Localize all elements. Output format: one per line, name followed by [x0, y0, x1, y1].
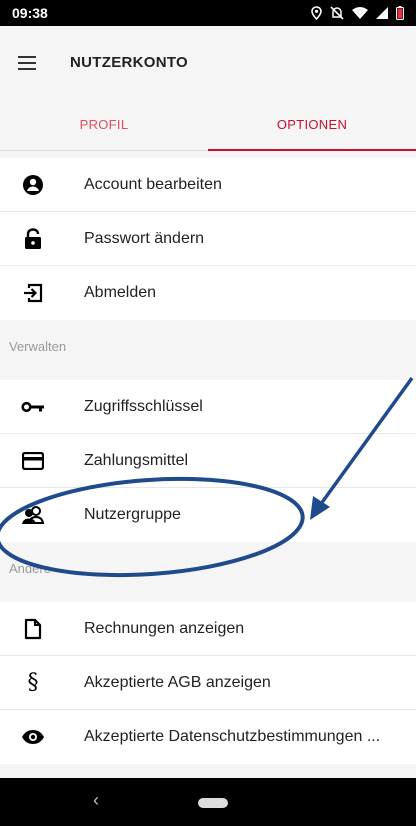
back-icon[interactable]: ‹	[93, 790, 99, 811]
list-item-label: Zahlungsmittel	[84, 451, 189, 469]
list-item-abmelden[interactable]: Abmelden	[0, 266, 416, 320]
list-item-passwort-aendern[interactable]: Passwort ändern	[0, 212, 416, 266]
list-item-account-bearbeiten[interactable]: Account bearbeiten	[0, 158, 416, 212]
list-item-nutzergruppe[interactable]: Nutzergruppe	[0, 488, 416, 542]
key-icon	[19, 393, 47, 421]
list-item-label: Rechnungen anzeigen	[84, 619, 245, 637]
list-item-label: Akzeptierte Datenschutzbestimmungen ...	[84, 728, 381, 745]
wifi-icon	[352, 7, 368, 19]
list-item-label: Zugriffsschlüssel	[84, 397, 203, 415]
page-title: NUTZERKONTO	[70, 53, 189, 71]
lock-icon	[19, 225, 47, 253]
list-item-akzeptierte-agb[interactable]: § Akzeptierte AGB anzeigen	[0, 656, 416, 710]
logout-icon	[19, 279, 47, 307]
eye-icon	[19, 723, 47, 751]
section-header-label: Andere	[9, 560, 51, 576]
battery-icon	[396, 6, 404, 20]
credit-card-icon	[19, 447, 47, 475]
account-list: Account bearbeiten Passwort ändern Abmel…	[0, 158, 416, 320]
hamburger-menu-icon[interactable]	[18, 54, 40, 70]
account-circle-icon	[19, 171, 47, 199]
list-item-label: Account bearbeiten	[84, 175, 222, 193]
status-bar: 09:38	[0, 0, 416, 26]
document-icon	[19, 615, 47, 643]
signal-icon	[376, 7, 388, 19]
tab-bar: PROFIL OPTIONEN	[0, 98, 416, 151]
group-icon	[19, 501, 47, 529]
andere-list: Rechnungen anzeigen § Akzeptierte AGB an…	[0, 602, 416, 764]
list-item-label: Passwort ändern	[84, 229, 205, 247]
status-icons	[311, 6, 404, 20]
list-item-label: Nutzergruppe	[84, 506, 181, 523]
section-header-verwalten: Verwalten	[0, 320, 416, 372]
verwalten-list: Zugriffsschlüssel Zahlungsmittel Nutzerg…	[0, 380, 416, 542]
list-item-label: Abmelden	[84, 284, 157, 301]
status-time: 09:38	[12, 5, 48, 21]
tab-optionen[interactable]: OPTIONEN	[208, 98, 416, 151]
list-item-zahlungsmittel[interactable]: Zahlungsmittel	[0, 434, 416, 488]
section-header-andere: Andere	[0, 542, 416, 594]
list-item-rechnungen-anzeigen[interactable]: Rechnungen anzeigen	[0, 602, 416, 656]
location-icon	[311, 6, 322, 20]
paragraph-icon: §	[27, 670, 39, 695]
system-nav-bar: ‹	[0, 778, 416, 826]
tab-profil[interactable]: PROFIL	[0, 98, 208, 150]
home-pill-icon[interactable]	[198, 798, 228, 808]
list-item-zugriffsschluessel[interactable]: Zugriffsschlüssel	[0, 380, 416, 434]
app-bar: NUTZERKONTO	[0, 26, 416, 98]
mute-icon	[330, 6, 344, 20]
list-item-akzeptierte-datenschutz[interactable]: Akzeptierte Datenschutzbestimmungen ...	[0, 710, 416, 764]
section-header-label: Verwalten	[9, 338, 67, 354]
list-item-label: Akzeptierte AGB anzeigen	[84, 673, 271, 691]
